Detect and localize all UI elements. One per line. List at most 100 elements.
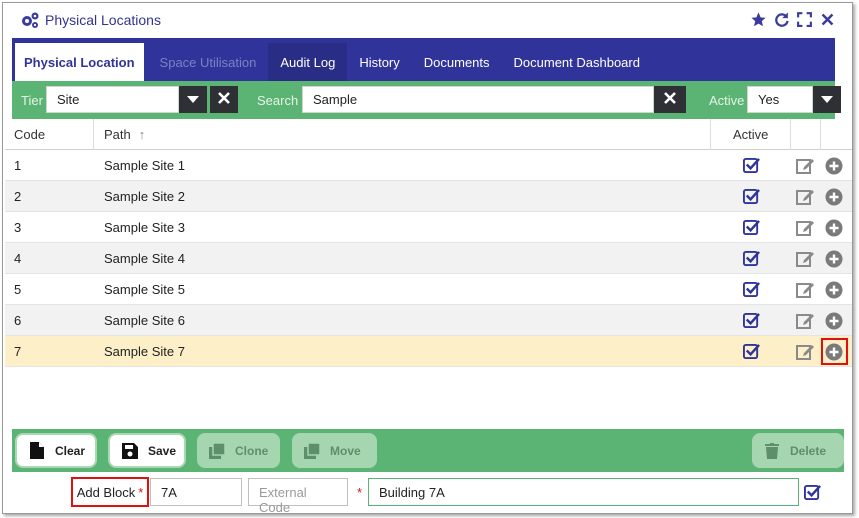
filter-bar: Tier Site Search Sample Active Yes	[12, 81, 841, 119]
move-label: Move	[330, 443, 361, 458]
file-icon	[29, 442, 45, 459]
table-header: Code Path ↑ Active	[5, 119, 852, 150]
active-check-icon	[742, 188, 760, 206]
table-row[interactable]: 3 Sample Site 3	[5, 212, 852, 243]
save-label: Save	[148, 443, 177, 458]
physical-locations-window: Physical Locations Physical Location Spa…	[2, 2, 853, 515]
table-row[interactable]: 4 Sample Site 4	[5, 243, 852, 274]
row-path: Sample Site 1	[104, 158, 185, 173]
search-clear-button[interactable]	[654, 86, 686, 113]
tier-dropdown-button[interactable]	[179, 86, 207, 113]
column-header-path[interactable]: Path ↑	[104, 119, 145, 150]
delete-label: Delete	[790, 443, 827, 458]
table-row[interactable]: 5 Sample Site 5	[5, 274, 852, 305]
edit-icon[interactable]	[795, 250, 815, 268]
clear-button[interactable]: Clear	[15, 433, 97, 468]
row-path: Sample Site 5	[104, 282, 185, 297]
edit-icon[interactable]	[795, 219, 815, 237]
active-select[interactable]: Yes	[747, 86, 813, 113]
add-child-icon[interactable]	[825, 281, 843, 299]
row-code: 4	[14, 251, 22, 266]
tier-label: Tier	[21, 93, 43, 108]
active-check-icon	[742, 343, 760, 361]
add-child-icon[interactable]	[825, 250, 843, 268]
column-divider	[790, 119, 791, 150]
active-dropdown-button[interactable]	[813, 86, 841, 113]
edit-icon[interactable]	[795, 312, 815, 330]
save-icon	[122, 442, 138, 459]
expand-icon[interactable]	[796, 11, 813, 28]
column-divider	[820, 119, 821, 150]
tier-clear-button[interactable]	[210, 86, 238, 113]
column-header-code[interactable]: Code	[14, 119, 45, 150]
row-path: Sample Site 4	[104, 251, 185, 266]
active-check-icon	[742, 250, 760, 268]
table-row[interactable]: 7 Sample Site 7	[5, 336, 852, 367]
clone-label: Clone	[235, 443, 269, 458]
required-mark: *	[138, 484, 144, 500]
tab-space-utilisation: Space Utilisation	[159, 54, 257, 70]
row-code: 3	[14, 220, 22, 235]
tab-document-dashboard[interactable]: Document Dashboard	[502, 43, 652, 81]
search-input[interactable]: Sample	[302, 86, 654, 113]
window-controls	[750, 11, 836, 28]
close-icon[interactable]	[819, 11, 836, 28]
row-code: 1	[14, 158, 22, 173]
table-row[interactable]: 2 Sample Site 2	[5, 181, 852, 212]
table-body: 1 Sample Site 1 2 Sample Site 2 3 Sample Site…	[5, 150, 852, 367]
column-header-active[interactable]: Active	[733, 119, 768, 150]
row-path: Sample Site 3	[104, 220, 185, 235]
active-check-icon	[742, 281, 760, 299]
active-check-icon	[742, 219, 760, 237]
edit-icon[interactable]	[795, 188, 815, 206]
active-label: Active	[709, 93, 745, 108]
add-child-icon[interactable]	[825, 312, 843, 330]
window-title: Physical Locations	[45, 12, 161, 28]
add-block-label: Add Block *	[71, 477, 149, 507]
row-code: 6	[14, 313, 22, 328]
row-path: Sample Site 2	[104, 189, 185, 204]
edit-icon[interactable]	[795, 157, 815, 175]
cogs-icon	[19, 11, 41, 29]
column-divider	[710, 119, 711, 150]
edit-icon[interactable]	[795, 281, 815, 299]
add-block-form: Add Block * 7A External Code * Building 7…	[3, 473, 852, 515]
edit-icon[interactable]	[795, 343, 815, 361]
tab-history[interactable]: History	[347, 43, 411, 81]
row-code: 5	[14, 282, 22, 297]
highlight-box	[821, 338, 848, 365]
row-path: Sample Site 6	[104, 313, 185, 328]
save-button[interactable]: Save	[108, 433, 186, 468]
block-name-input[interactable]: Building 7A	[368, 478, 799, 506]
active-check-icon	[742, 312, 760, 330]
external-code-input[interactable]: External Code	[248, 478, 348, 515]
add-block-text: Add Block	[76, 484, 136, 500]
star-icon[interactable]	[750, 11, 767, 28]
delete-button[interactable]: Delete	[752, 433, 844, 468]
caret-down-icon	[821, 92, 833, 107]
clear-x-icon	[664, 92, 676, 107]
row-code: 7	[14, 344, 22, 359]
trash-icon	[764, 442, 780, 459]
sort-ascending-icon: ↑	[138, 127, 146, 142]
add-child-icon[interactable]	[825, 219, 843, 237]
clear-label: Clear	[55, 443, 86, 458]
clear-x-icon	[218, 92, 230, 107]
tab-physical-location[interactable]: Physical Location	[15, 43, 144, 81]
row-code: 2	[14, 189, 22, 204]
active-checkbox-icon[interactable]	[803, 483, 821, 501]
tab-documents[interactable]: Documents	[412, 43, 502, 81]
tier-select[interactable]: Site	[46, 86, 179, 113]
add-child-icon[interactable]	[825, 188, 843, 206]
tab-audit-log[interactable]: Audit Log	[268, 43, 348, 81]
refresh-icon[interactable]	[773, 11, 790, 28]
move-button[interactable]: Move	[292, 433, 377, 468]
table-row[interactable]: 6 Sample Site 6	[5, 305, 852, 336]
block-code-input[interactable]: 7A	[150, 478, 242, 506]
tab-bar: Physical Location Space Utilisation Audi…	[12, 38, 835, 81]
clone-button[interactable]: Clone	[197, 433, 280, 468]
table-row[interactable]: 1 Sample Site 1	[5, 150, 852, 181]
add-child-icon[interactable]	[825, 157, 843, 175]
path-header-label: Path	[104, 127, 131, 142]
clone-icon	[209, 442, 225, 459]
